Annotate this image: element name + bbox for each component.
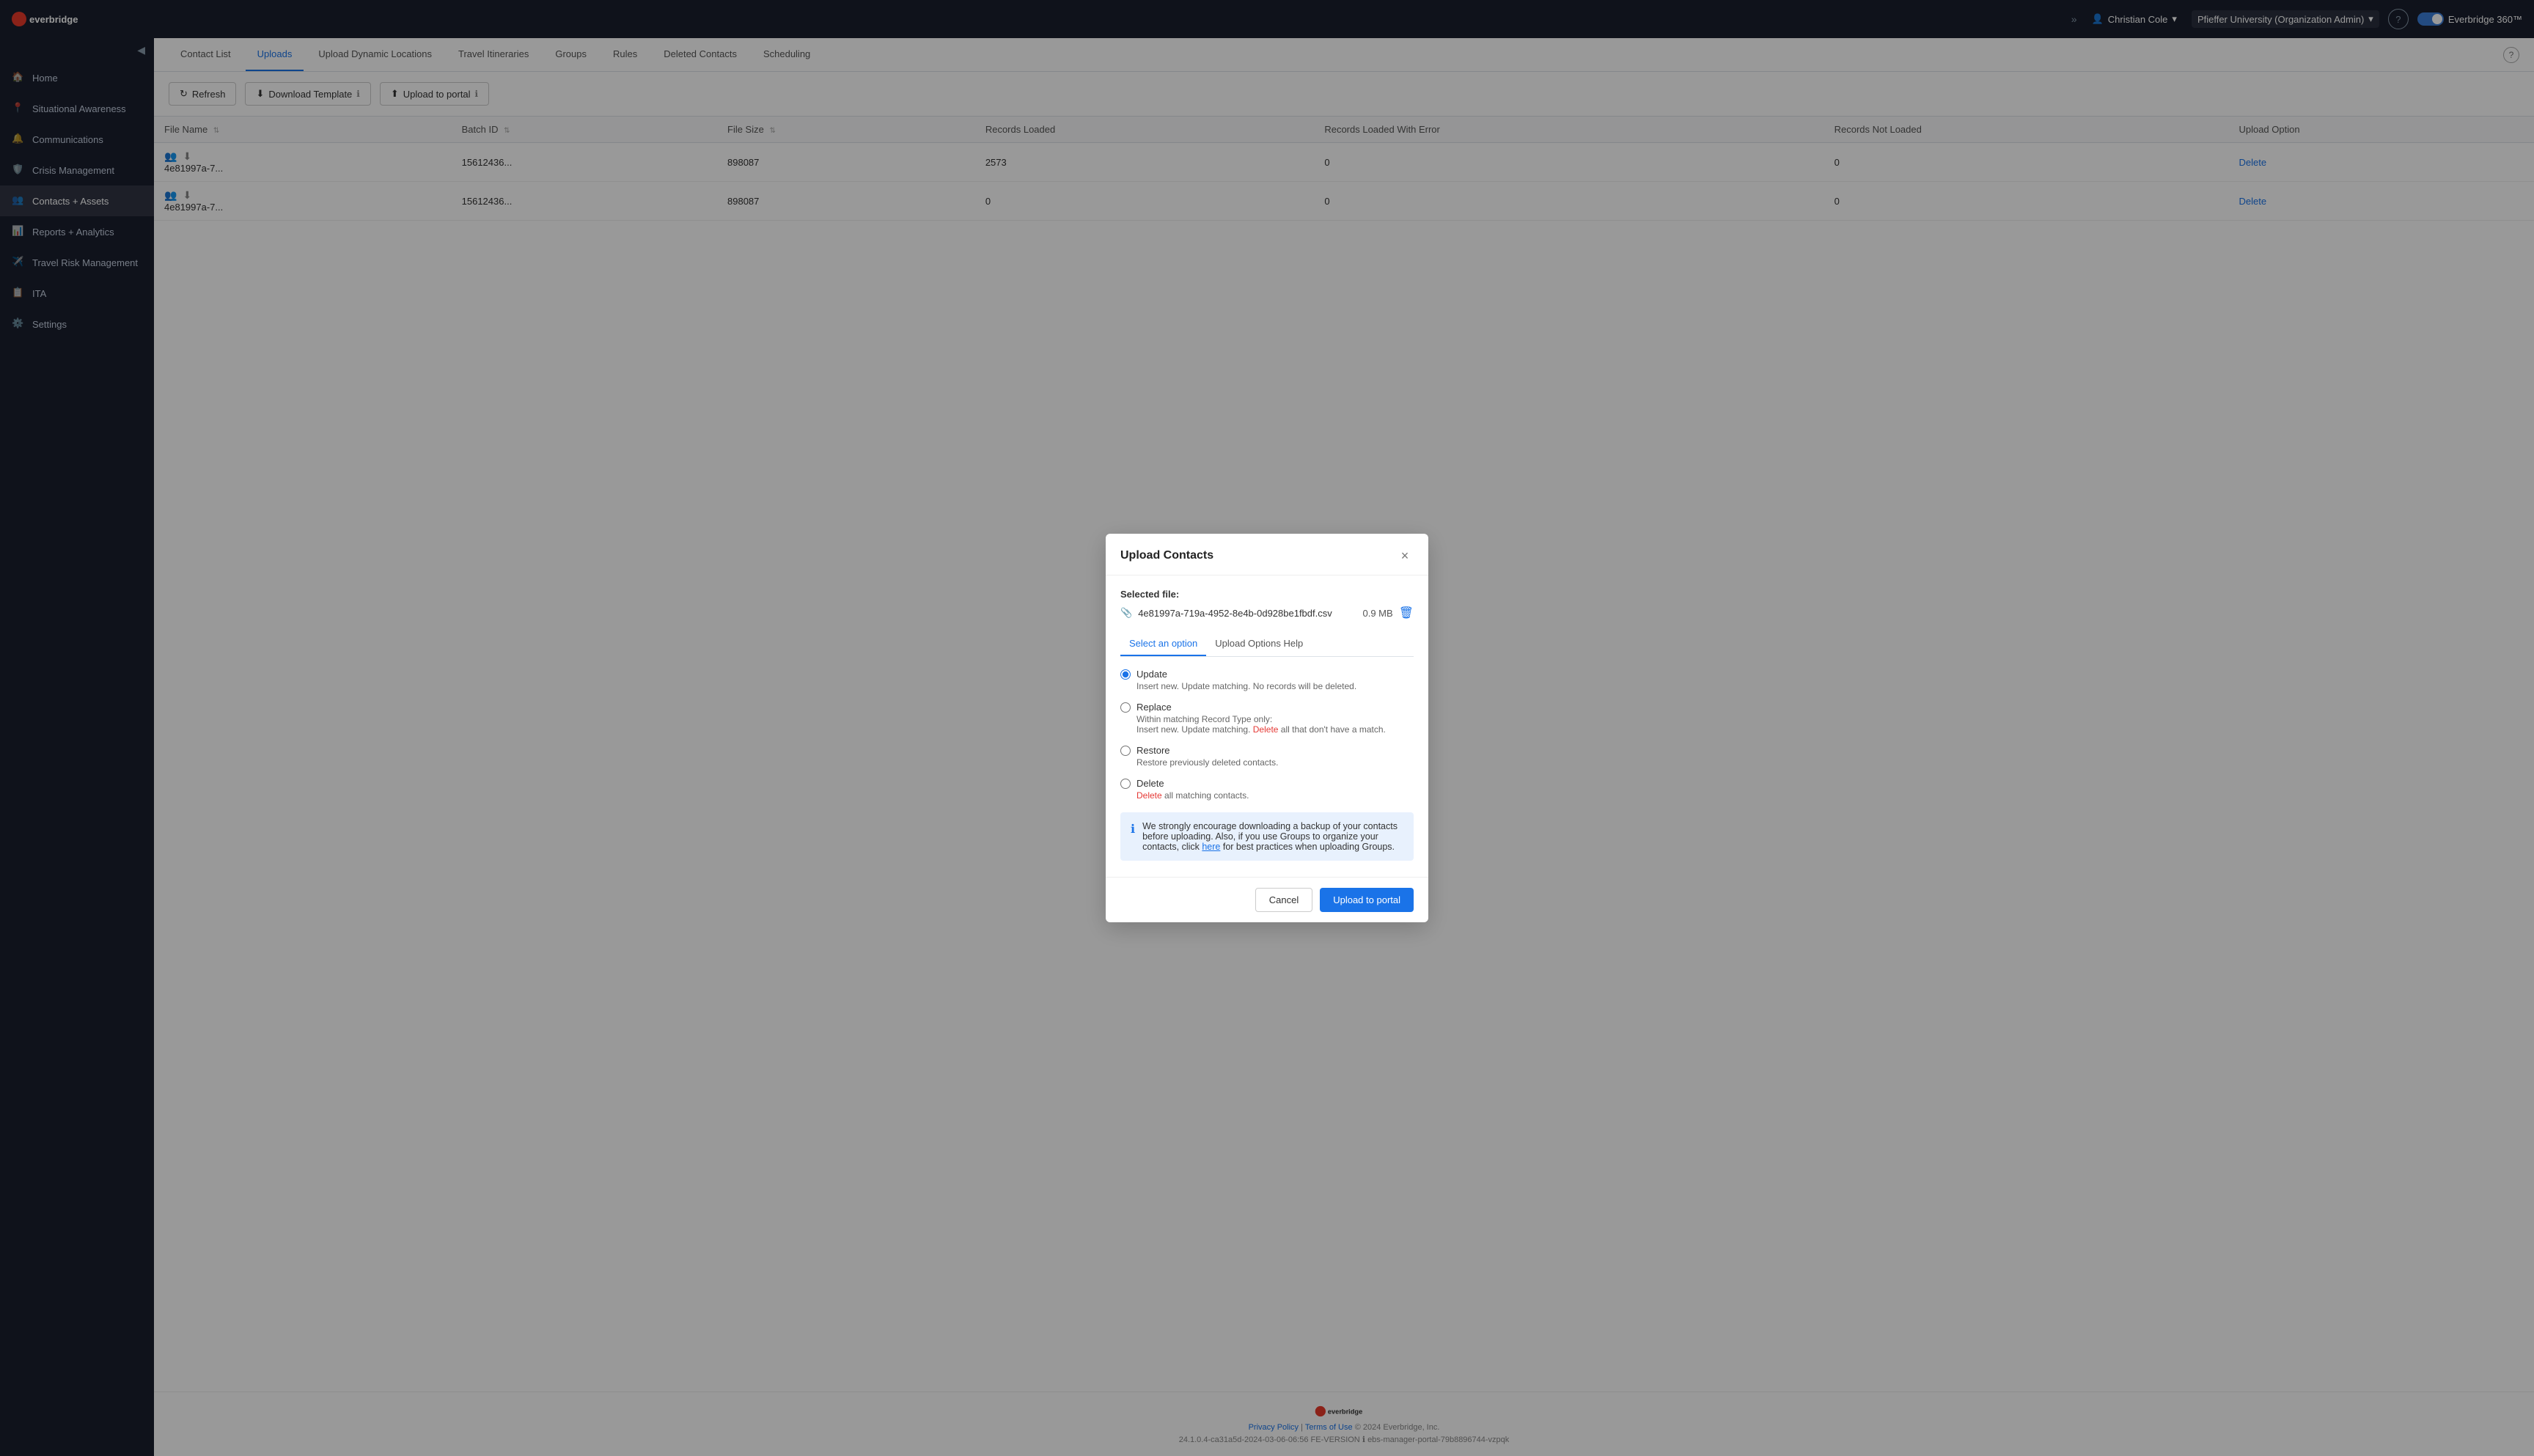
modal-overlay[interactable]: Upload Contacts × Selected file: 📎 4e819… xyxy=(0,0,2534,1456)
option-tabs: Select an option Upload Options Help xyxy=(1120,632,1414,657)
modal-header: Upload Contacts × xyxy=(1106,534,1428,576)
modal-title: Upload Contacts xyxy=(1120,549,1213,562)
radio-delete[interactable] xyxy=(1120,779,1131,789)
info-text: We strongly encourage downloading a back… xyxy=(1142,821,1403,852)
radio-label-replace[interactable]: Replace xyxy=(1120,702,1414,713)
file-info: 📎 4e81997a-719a-4952-8e4b-0d928be1fbdf.c… xyxy=(1120,606,1414,620)
radio-item-replace: Replace Within matching Record Type only… xyxy=(1120,702,1414,735)
delete-file-icon[interactable]: 🗑 xyxy=(1399,606,1414,620)
radio-item-restore: Restore Restore previously deleted conta… xyxy=(1120,745,1414,768)
radio-item-update: Update Insert new. Update matching. No r… xyxy=(1120,669,1414,691)
modal-footer: Cancel Upload to portal xyxy=(1106,877,1428,922)
radio-label-restore[interactable]: Restore xyxy=(1120,745,1414,756)
radio-replace[interactable] xyxy=(1120,702,1131,713)
radio-desc-restore: Restore previously deleted contacts. xyxy=(1136,757,1414,768)
selected-file-label: Selected file: xyxy=(1120,589,1414,600)
radio-desc-replace: Within matching Record Type only: Insert… xyxy=(1136,714,1414,735)
radio-item-delete: Delete Delete all matching contacts. xyxy=(1120,778,1414,801)
info-link[interactable]: here xyxy=(1202,842,1220,852)
radio-update[interactable] xyxy=(1120,669,1131,680)
info-icon: ℹ xyxy=(1131,822,1135,837)
file-size: 0.9 MB xyxy=(1363,608,1393,619)
option-tab-select[interactable]: Select an option xyxy=(1120,632,1206,656)
radio-label-delete[interactable]: Delete xyxy=(1120,778,1414,789)
info-box: ℹ We strongly encourage downloading a ba… xyxy=(1120,812,1414,861)
modal-close-button[interactable]: × xyxy=(1396,547,1414,565)
radio-group: Update Insert new. Update matching. No r… xyxy=(1120,669,1414,801)
radio-restore[interactable] xyxy=(1120,746,1131,756)
upload-to-portal-button[interactable]: Upload to portal xyxy=(1320,888,1414,912)
radio-desc-update: Insert new. Update matching. No records … xyxy=(1136,681,1414,691)
modal-body: Selected file: 📎 4e81997a-719a-4952-8e4b… xyxy=(1106,576,1428,877)
upload-contacts-modal: Upload Contacts × Selected file: 📎 4e819… xyxy=(1106,534,1428,922)
option-tab-help[interactable]: Upload Options Help xyxy=(1206,632,1312,656)
radio-desc-delete: Delete all matching contacts. xyxy=(1136,790,1414,801)
radio-label-update[interactable]: Update xyxy=(1120,669,1414,680)
file-name: 4e81997a-719a-4952-8e4b-0d928be1fbdf.csv xyxy=(1138,608,1351,619)
paperclip-icon: 📎 xyxy=(1120,607,1132,619)
cancel-button[interactable]: Cancel xyxy=(1255,888,1312,912)
